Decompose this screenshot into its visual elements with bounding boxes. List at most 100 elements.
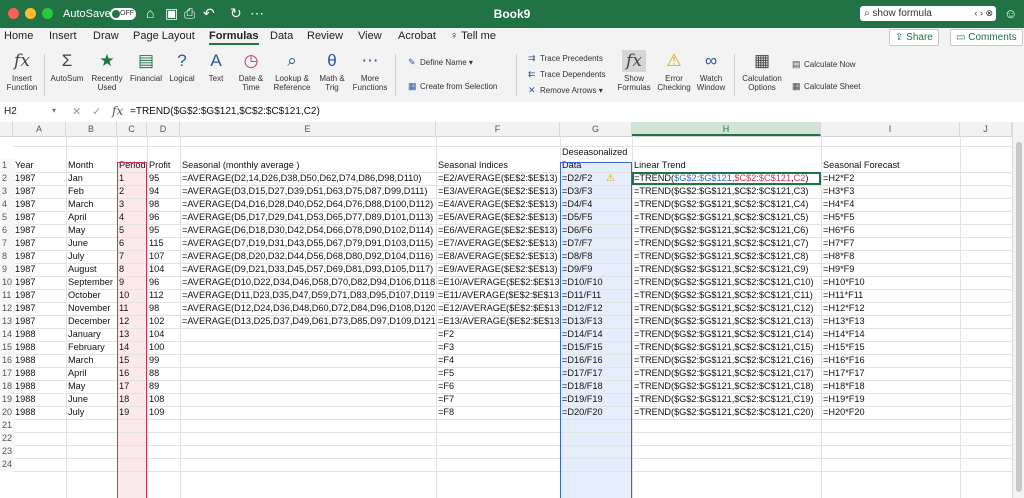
cell-d17[interactable]: 88: [149, 367, 179, 380]
cell-a7[interactable]: 1987: [15, 237, 65, 250]
row-header-12[interactable]: 12: [0, 302, 15, 315]
cell-d13[interactable]: 102: [149, 315, 179, 328]
column-header-d[interactable]: D: [147, 122, 180, 136]
cell-d15[interactable]: 100: [149, 341, 179, 354]
cell-a6[interactable]: 1987: [15, 224, 65, 237]
cell-a11[interactable]: 1987: [15, 289, 65, 302]
scrollbar-thumb[interactable]: [1016, 142, 1022, 492]
cell-h19[interactable]: =TREND($G$2:$G$121,$C$2:$C$121,C19): [634, 393, 820, 406]
cell-e9[interactable]: =AVERAGE(D9,D21,D33,D45,D57,D69,D81,D93,…: [182, 263, 435, 276]
row-header-23[interactable]: 23: [0, 445, 15, 458]
cell-h8[interactable]: =TREND($G$2:$G$121,$C$2:$C$121,C8): [634, 250, 820, 263]
cell-e6[interactable]: =AVERAGE(D6,D18,D30,D42,D54,D66,D78,D90,…: [182, 224, 435, 237]
insert-function-button[interactable]: fx Insert Function: [4, 48, 40, 92]
vertical-scrollbar[interactable]: [1012, 122, 1024, 498]
logical-button[interactable]: ? Logical: [166, 48, 198, 83]
cell-f12[interactable]: =E12/AVERAGE($E$2:$E$13): [438, 302, 559, 315]
column-header-g[interactable]: G: [560, 122, 632, 136]
tab-review[interactable]: Review: [307, 30, 343, 42]
cell-a4[interactable]: 1987: [15, 198, 65, 211]
calculation-options-button[interactable]: ▦ Calculation Options: [740, 48, 784, 92]
comments-button[interactable]: ▭ Comments: [950, 29, 1023, 46]
row-header-14[interactable]: 14: [0, 328, 15, 341]
column-header-e[interactable]: E: [180, 122, 436, 136]
name-box-dropdown-icon[interactable]: ▾: [52, 106, 56, 115]
header-seasonal-forecast[interactable]: Seasonal Forecast: [823, 159, 959, 172]
cell-i20[interactable]: =H20*F20: [823, 406, 959, 419]
cell-a3[interactable]: 1987: [15, 185, 65, 198]
cell-h7[interactable]: =TREND($G$2:$G$121,$C$2:$C$121,C7): [634, 237, 820, 250]
cell-i4[interactable]: =H4*F4: [823, 198, 959, 211]
cell-a17[interactable]: 1988: [15, 367, 65, 380]
cell-b17[interactable]: April: [68, 367, 116, 380]
cell-a8[interactable]: 1987: [15, 250, 65, 263]
cell-d6[interactable]: 95: [149, 224, 179, 237]
cell-i17[interactable]: =H17*F17: [823, 367, 959, 380]
cell-d3[interactable]: 94: [149, 185, 179, 198]
cell-b10[interactable]: September: [68, 276, 116, 289]
row-header-11[interactable]: 11: [0, 289, 15, 302]
cell-f18[interactable]: =F6: [438, 380, 559, 393]
cell-b19[interactable]: June: [68, 393, 116, 406]
row-header-6[interactable]: 6: [0, 224, 15, 237]
search-input[interactable]: show formula: [872, 8, 931, 19]
cell-a12[interactable]: 1987: [15, 302, 65, 315]
cell-d8[interactable]: 107: [149, 250, 179, 263]
cell-f15[interactable]: =F3: [438, 341, 559, 354]
watch-window-button[interactable]: ∞ Watch Window: [694, 48, 728, 92]
cell-i14[interactable]: =H14*F14: [823, 328, 959, 341]
header-seasonal-indices[interactable]: Seasonal Indices: [438, 159, 559, 172]
cell-h17[interactable]: =TREND($G$2:$G$121,$C$2:$C$121,C17): [634, 367, 820, 380]
cell-a9[interactable]: 1987: [15, 263, 65, 276]
cell-a20[interactable]: 1988: [15, 406, 65, 419]
cell-f7[interactable]: =E7/AVERAGE($E$2:$E$13): [438, 237, 559, 250]
cell-i12[interactable]: =H12*F12: [823, 302, 959, 315]
cell-f3[interactable]: =E3/AVERAGE($E$2:$E$13): [438, 185, 559, 198]
row-header-9[interactable]: 9: [0, 263, 15, 276]
row-header-24[interactable]: 24: [0, 458, 15, 471]
cell-f10[interactable]: =E10/AVERAGE($E$2:$E$13): [438, 276, 559, 289]
cell-i7[interactable]: =H7*F7: [823, 237, 959, 250]
formula-input[interactable]: [130, 105, 1010, 119]
cell-b9[interactable]: August: [68, 263, 116, 276]
remove-arrows-button[interactable]: ✕ Remove Arrows ▾: [528, 85, 603, 96]
row-header-20[interactable]: 20: [0, 406, 15, 419]
cell-b13[interactable]: December: [68, 315, 116, 328]
cell-h6[interactable]: =TREND($G$2:$G$121,$C$2:$C$121,C6): [634, 224, 820, 237]
cell-d7[interactable]: 115: [149, 237, 179, 250]
row-header-3[interactable]: 3: [0, 185, 15, 198]
cell-d20[interactable]: 109: [149, 406, 179, 419]
row-header-8[interactable]: 8: [0, 250, 15, 263]
cell-h9[interactable]: =TREND($G$2:$G$121,$C$2:$C$121,C9): [634, 263, 820, 276]
calculate-sheet-button[interactable]: ▦ Calculate Sheet: [792, 81, 860, 92]
cell-d9[interactable]: 104: [149, 263, 179, 276]
search-box[interactable]: ⌕ show formula ‹ › ⊗: [860, 6, 996, 21]
header-year[interactable]: Year: [15, 159, 65, 172]
name-box[interactable]: H2: [4, 105, 56, 119]
cell-e2[interactable]: =AVERAGE(D2,14,D26,D38,D50,D62,D74,D86,D…: [182, 172, 435, 185]
cell-i2[interactable]: =H2*F2: [823, 172, 959, 185]
cell-b14[interactable]: January: [68, 328, 116, 341]
cell-b2[interactable]: Jan: [68, 172, 116, 185]
cell-f9[interactable]: =E9/AVERAGE($E$2:$E$13): [438, 263, 559, 276]
cell-a16[interactable]: 1988: [15, 354, 65, 367]
cancel-icon[interactable]: ✕: [72, 105, 81, 118]
cell-f11[interactable]: =E11/AVERAGE($E$2:$E$13): [438, 289, 559, 302]
tab-insert[interactable]: Insert: [49, 30, 77, 42]
cell-a15[interactable]: 1988: [15, 341, 65, 354]
error-warning-icon[interactable]: ⚠: [606, 173, 615, 184]
math-trig-button[interactable]: θ Math & Trig: [315, 48, 349, 92]
row-header-13[interactable]: 13: [0, 315, 15, 328]
cell-e8[interactable]: =AVERAGE(D8,D20,D32,D44,D56,D68,D80,D92,…: [182, 250, 435, 263]
cell-a13[interactable]: 1987: [15, 315, 65, 328]
cell-i9[interactable]: =H9*F9: [823, 263, 959, 276]
tab-data[interactable]: Data: [270, 30, 293, 42]
cell-e10[interactable]: =AVERAGE(D10,D22,D34,D46,D58,D70,D82,D94…: [182, 276, 435, 289]
trace-dependents-button[interactable]: ⇇ Trace Dependents: [528, 69, 606, 80]
cell-a18[interactable]: 1988: [15, 380, 65, 393]
cell-i8[interactable]: =H8*F8: [823, 250, 959, 263]
cell-i18[interactable]: =H18*F18: [823, 380, 959, 393]
row-header-18[interactable]: 18: [0, 380, 15, 393]
tab-home[interactable]: Home: [4, 30, 33, 42]
account-icon[interactable]: ☺: [1004, 6, 1017, 21]
